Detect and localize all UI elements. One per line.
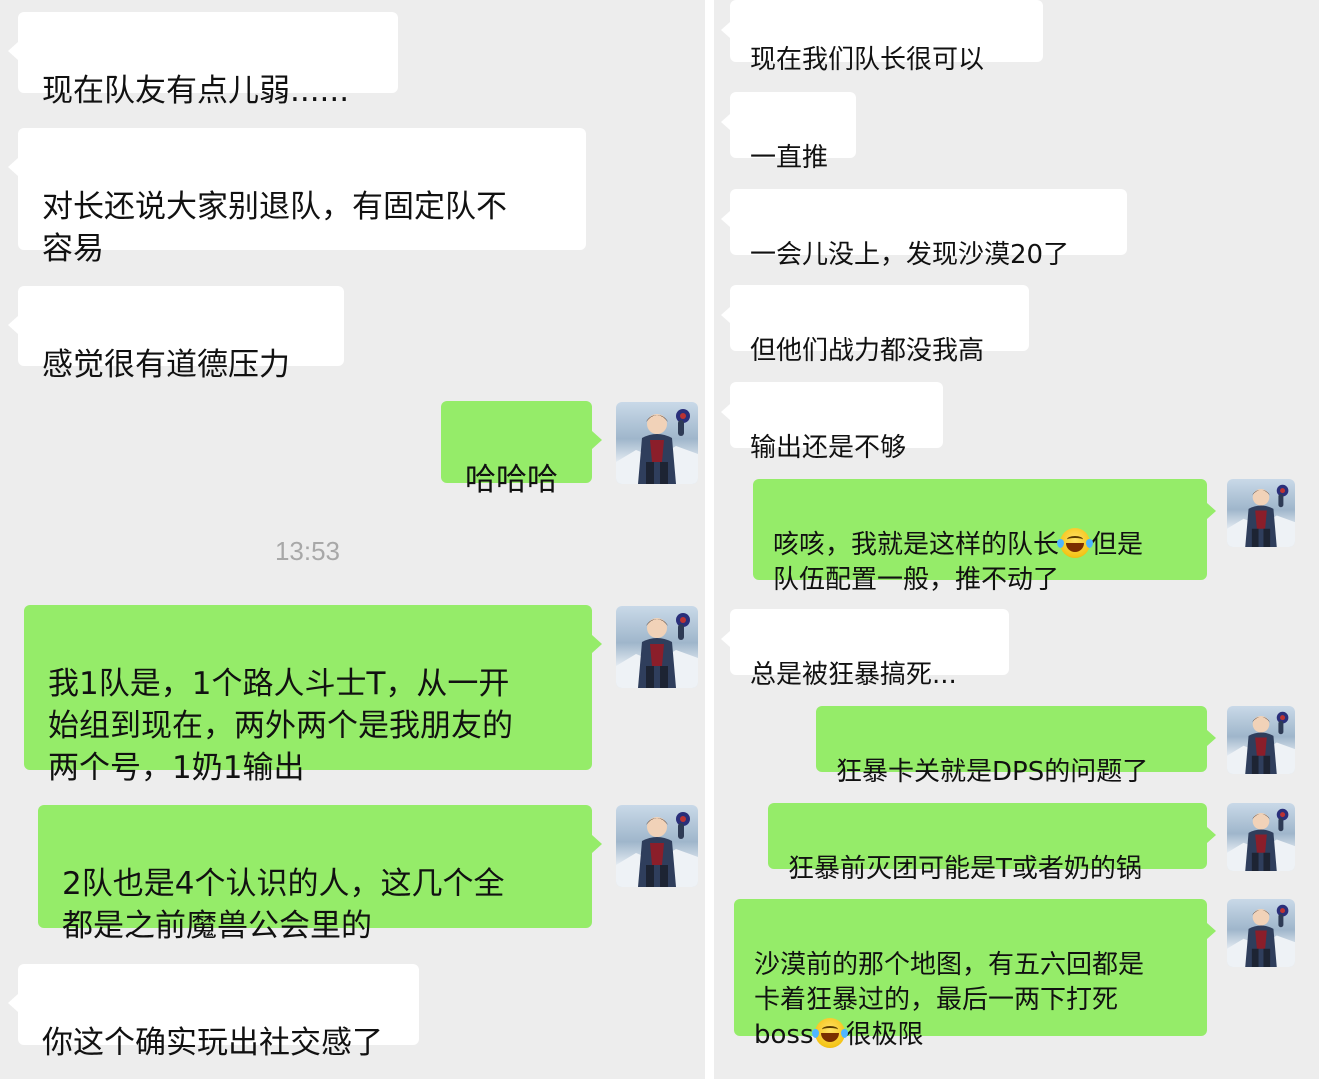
message-bubble-received[interactable]: 你这个确实玩出社交感了 <box>8 964 419 1061</box>
message-bubble-received[interactable]: 总是被狂暴搞死... <box>721 609 1009 690</box>
message-text: 狂暴前灭团可能是T或者奶的锅 <box>788 854 1142 884</box>
message-bubble-received[interactable]: 现在队友有点儿弱...... <box>8 12 398 109</box>
chat-panel-right: 现在我们队长很可以 一直推 一会儿没上，发现沙漠20了 但他们战力都没我高 输出… <box>714 0 1319 1079</box>
tears-of-joy-emoji-icon <box>1057 528 1094 558</box>
chat-panel-left: 现在队友有点儿弱...... 对长还说大家别退队，有固定队不 容易 感觉很有道德… <box>0 0 705 1079</box>
avatar[interactable] <box>1227 706 1295 774</box>
message-bubble-received[interactable]: 对长还说大家别退队，有固定队不 容易 <box>8 128 586 267</box>
message-bubble-sent[interactable]: 沙漠前的那个地图，有五六回都是 卡着狂暴过的，最后一两下打死 boss 很极限 <box>734 899 1216 1050</box>
message-text: 我1队是，1个路人斗士T，从一开 始组到现在，两外两个是我朋友的 两个号，1奶1… <box>48 666 513 786</box>
message-bubble-received[interactable]: 一直推 <box>721 92 856 173</box>
avatar-icon <box>1227 711 1295 774</box>
message-text: 但他们战力都没我高 <box>750 336 985 366</box>
message-text: 一会儿没上，发现沙漠20了 <box>750 240 1070 270</box>
message-bubble-received[interactable]: 输出还是不够 <box>721 382 943 463</box>
message-bubble-sent[interactable]: 狂暴卡关就是DPS的问题了 <box>816 706 1216 787</box>
message-text: 咳咳，我就是这样的队长 <box>773 530 1060 560</box>
message-text: 感觉很有道德压力 <box>42 347 290 383</box>
avatar[interactable] <box>1227 479 1295 547</box>
timestamp: 13:53 <box>274 536 341 566</box>
message-bubble-sent[interactable]: 咳咳，我就是这样的队长 但是 队伍配置一般，推不动了 <box>753 479 1216 595</box>
message-text: 你这个确实玩出社交感了 <box>42 1025 383 1061</box>
message-bubble-received[interactable]: 感觉很有道德压力 <box>8 286 344 383</box>
message-bubble-received[interactable]: 但他们战力都没我高 <box>721 285 1029 366</box>
message-bubble-received[interactable]: 一会儿没上，发现沙漠20了 <box>721 189 1127 270</box>
message-bubble-received[interactable]: 现在我们队长很可以 <box>721 0 1043 75</box>
avatar-icon <box>1227 904 1295 967</box>
avatar-icon <box>616 613 698 688</box>
avatar[interactable] <box>616 606 698 688</box>
tears-of-joy-emoji-icon <box>811 1018 848 1048</box>
message-bubble-sent[interactable]: 2队也是4个认识的人，这几个全 都是之前魔兽公会里的 <box>38 805 602 944</box>
avatar-icon <box>1227 484 1295 547</box>
avatar[interactable] <box>1227 803 1295 871</box>
message-text: 总是被狂暴搞死... <box>750 660 957 690</box>
avatar[interactable] <box>616 402 698 484</box>
message-bubble-sent[interactable]: 哈哈哈 <box>441 401 602 498</box>
message-text: 2队也是4个认识的人，这几个全 都是之前魔兽公会里的 <box>62 866 505 944</box>
message-bubble-sent[interactable]: 我1队是，1个路人斗士T，从一开 始组到现在，两外两个是我朋友的 两个号，1奶1… <box>24 605 602 786</box>
message-text: 对长还说大家别退队，有固定队不 容易 <box>42 189 507 267</box>
message-bubble-sent[interactable]: 狂暴前灭团可能是T或者奶的锅 <box>768 803 1216 884</box>
avatar-icon <box>616 409 698 484</box>
avatar-icon <box>1227 808 1295 871</box>
avatar-icon <box>616 812 698 887</box>
avatar[interactable] <box>1227 899 1295 967</box>
message-text: 狂暴卡关就是DPS的问题了 <box>836 757 1149 787</box>
message-text: 一直推 <box>750 143 829 173</box>
avatar[interactable] <box>616 805 698 887</box>
message-text: 输出还是不够 <box>750 433 907 463</box>
message-text: 现在队友有点儿弱...... <box>42 73 350 109</box>
message-text: 现在我们队长很可以 <box>750 45 985 75</box>
message-text: 很极限 <box>845 1020 924 1050</box>
message-text: 哈哈哈 <box>465 462 558 498</box>
